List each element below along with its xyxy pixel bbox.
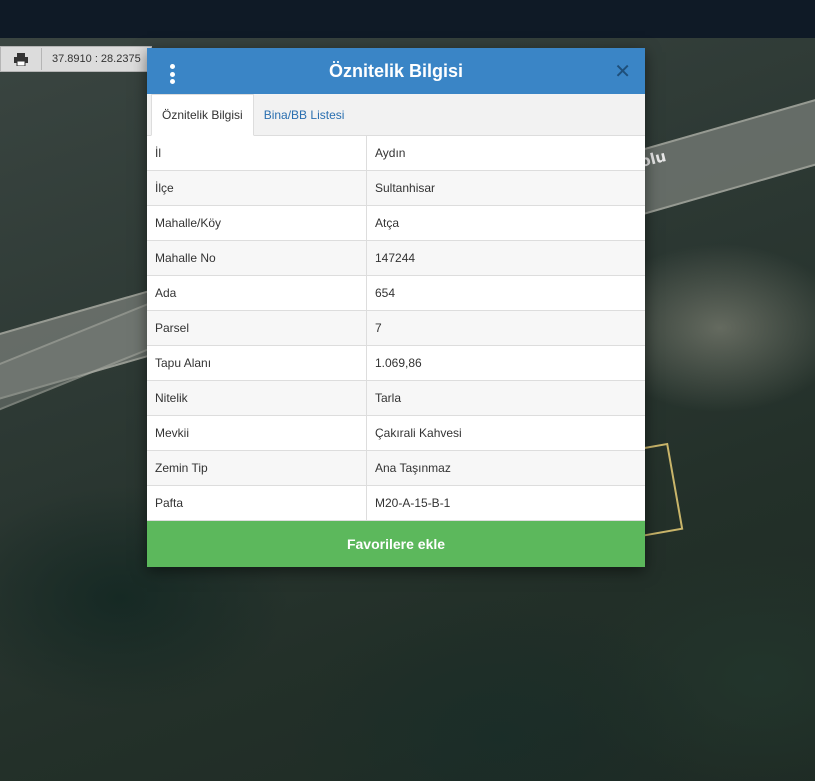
row-key: Zemin Tip bbox=[147, 451, 367, 485]
table-row: Zemin Tip Ana Taşınmaz bbox=[147, 451, 645, 486]
row-value: Atça bbox=[375, 216, 400, 230]
attribute-table: İl Aydın İlçe Sultanhisar Mahalle/Köy At… bbox=[147, 136, 645, 521]
row-key: Parsel bbox=[147, 311, 367, 345]
row-key: İlçe bbox=[147, 171, 367, 205]
row-value: Sultanhisar bbox=[375, 181, 436, 195]
row-value: Tarla bbox=[375, 391, 402, 405]
table-row: Pafta M20-A-15-B-1 bbox=[147, 486, 645, 521]
table-row: İl Aydın bbox=[147, 136, 645, 171]
row-value: 654 bbox=[375, 286, 396, 300]
row-value: 1.069,86 bbox=[375, 356, 422, 370]
table-row: Mahalle/Köy Atça bbox=[147, 206, 645, 241]
attribute-info-dialog: Öznitelik Bilgisi ✕ Öznitelik Bilgisi Bi… bbox=[147, 48, 645, 567]
tab-building-list[interactable]: Bina/BB Listesi bbox=[254, 95, 355, 135]
printer-icon bbox=[14, 52, 28, 66]
tab-attribute-info[interactable]: Öznitelik Bilgisi bbox=[151, 94, 254, 136]
row-value: 147244 bbox=[375, 251, 416, 265]
add-to-favorites-button[interactable]: Favorilere ekle bbox=[147, 521, 645, 567]
table-row: Tapu Alanı 1.069,86 bbox=[147, 346, 645, 381]
row-key: Mahalle No bbox=[147, 241, 367, 275]
table-row: Parsel 7 bbox=[147, 311, 645, 346]
row-value: M20-A-15-B-1 bbox=[375, 496, 451, 510]
top-navigation-bar bbox=[0, 0, 815, 38]
row-key: Ada bbox=[147, 276, 367, 310]
tab-bar: Öznitelik Bilgisi Bina/BB Listesi bbox=[147, 94, 645, 136]
dialog-title: Öznitelik Bilgisi bbox=[328, 60, 464, 81]
table-row: Mevkii Çakırali Kahvesi bbox=[147, 416, 645, 451]
print-button[interactable] bbox=[1, 48, 42, 70]
kebab-menu-icon[interactable] bbox=[169, 64, 175, 84]
coordinate-readout: 37.8910 : 28.2375 bbox=[52, 53, 141, 65]
row-key: İl bbox=[147, 136, 367, 170]
table-row: İlçe Sultanhisar bbox=[147, 171, 645, 206]
table-row: Mahalle No 147244 bbox=[147, 241, 645, 276]
close-icon[interactable]: ✕ bbox=[614, 61, 631, 83]
table-row: Nitelik Tarla bbox=[147, 381, 645, 416]
row-value: Çakırali Kahvesi bbox=[375, 426, 462, 440]
row-key: Mahalle/Köy bbox=[147, 206, 367, 240]
row-value: Aydın bbox=[375, 146, 406, 160]
row-key: Pafta bbox=[147, 486, 367, 520]
row-key: Nitelik bbox=[147, 381, 367, 415]
row-key: Mevkii bbox=[147, 416, 367, 450]
row-key: Tapu Alanı bbox=[147, 346, 367, 380]
dialog-header: Öznitelik Bilgisi ✕ bbox=[147, 48, 645, 94]
row-value: Ana Taşınmaz bbox=[375, 461, 451, 475]
table-row: Ada 654 bbox=[147, 276, 645, 311]
map-toolbar: 37.8910 : 28.2375 bbox=[0, 46, 152, 72]
row-value: 7 bbox=[375, 321, 382, 335]
